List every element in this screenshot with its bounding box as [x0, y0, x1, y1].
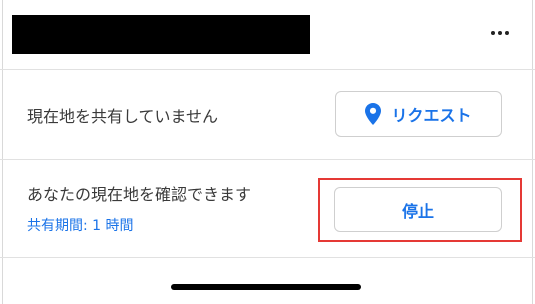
location-sharing-screen: 現在地を共有していません リクエスト あなたの現在地を確認できます 共有期間: …	[0, 0, 535, 304]
redacted-contact-name	[12, 15, 310, 54]
home-indicator-bar[interactable]	[171, 284, 361, 290]
location-sharing-row: あなたの現在地を確認できます 共有期間: 1 時間 停止	[0, 160, 535, 258]
contact-header	[0, 0, 535, 70]
ellipsis-icon	[491, 31, 495, 35]
request-location-button[interactable]: リクエスト	[335, 91, 502, 137]
stop-button-label: 停止	[401, 201, 434, 221]
sharing-duration-text: 共有期間: 1 時間	[27, 218, 134, 234]
ellipsis-icon	[498, 31, 502, 35]
request-button-label: リクエスト	[391, 106, 472, 125]
not-sharing-status-text: 現在地を共有していません	[27, 107, 219, 126]
location-pin-icon	[365, 103, 382, 125]
location-request-row: 現在地を共有していません リクエスト	[0, 70, 535, 160]
ellipsis-icon	[505, 31, 509, 35]
more-options-button[interactable]	[485, 18, 515, 48]
stop-sharing-button[interactable]: 停止	[334, 187, 502, 232]
sharing-status-text: あなたの現在地を確認できます	[27, 185, 252, 204]
